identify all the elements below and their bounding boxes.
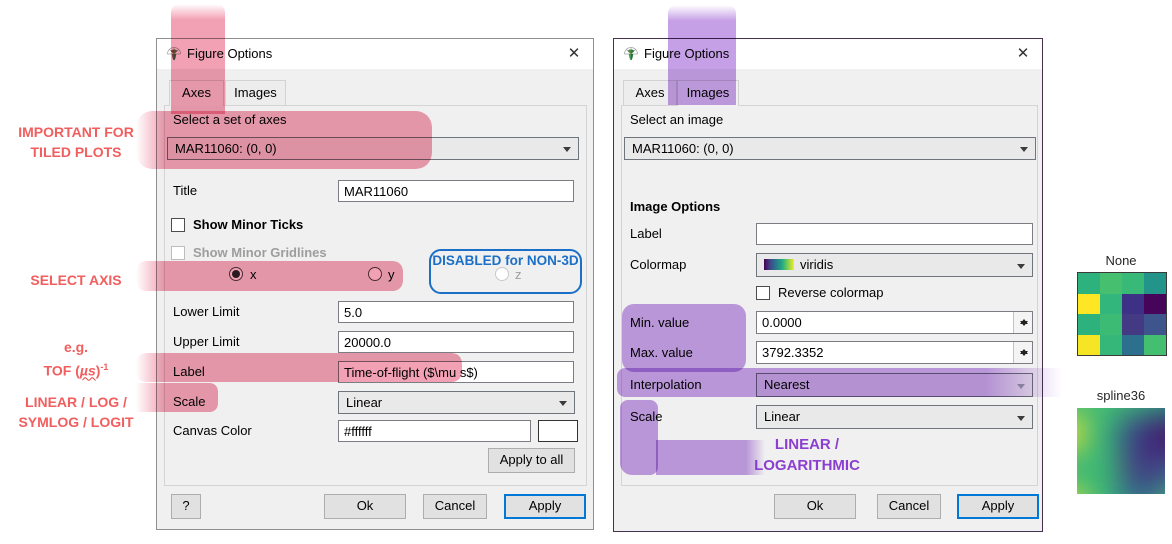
viridis-pixel-grid bbox=[1078, 273, 1166, 355]
cancel-button[interactable]: Cancel bbox=[877, 494, 941, 519]
viridis-smooth-grid bbox=[1077, 408, 1165, 494]
screenshot-stage: IMPORTANT FOR TILED PLOTS SELECT AXIS e.… bbox=[0, 0, 1172, 544]
annotation-tof: TOF (µs)-1 bbox=[43, 362, 109, 379]
tab-images[interactable]: Images bbox=[225, 80, 286, 105]
annotation-tof-example: e.g. TOF (µs)-1 bbox=[0, 337, 152, 381]
preview-spline36-image bbox=[1077, 408, 1165, 494]
tab-pane bbox=[164, 105, 587, 486]
tab-axes[interactable]: Axes bbox=[169, 80, 224, 106]
close-icon[interactable]: ✕ bbox=[563, 44, 585, 64]
annotation-eg: e.g. bbox=[63, 339, 89, 355]
cancel-button[interactable]: Cancel bbox=[423, 494, 487, 519]
annotation-select-axis: SELECT AXIS bbox=[30, 272, 122, 288]
annotation-image-scale-options: LINEAR / LOGARITHMIC bbox=[754, 436, 860, 474]
preview-none-image bbox=[1077, 272, 1167, 356]
preview-spline36-title: spline36 bbox=[1096, 388, 1146, 403]
title-bar[interactable]: Figure Options ✕ bbox=[614, 39, 1042, 69]
annotation-important-tiled: IMPORTANT FOR TILED PLOTS bbox=[18, 124, 134, 160]
ok-button[interactable]: Ok bbox=[774, 494, 856, 519]
apply-button[interactable]: Apply bbox=[504, 494, 586, 519]
ok-button[interactable]: Ok bbox=[324, 494, 406, 519]
annotation-scale-options: LINEAR / LOG / SYMLOG / LOGIT bbox=[18, 394, 134, 430]
matplotlib-icon bbox=[167, 47, 181, 61]
disabled-non3d-callout: DISABLED for NON-3D bbox=[429, 249, 582, 294]
tab-pane bbox=[621, 105, 1038, 486]
window-title: Figure Options bbox=[644, 46, 730, 61]
title-bar[interactable]: Figure Options ✕ bbox=[157, 39, 593, 69]
window-title: Figure Options bbox=[187, 46, 273, 61]
tab-images[interactable]: Images bbox=[677, 80, 739, 106]
apply-button[interactable]: Apply bbox=[957, 494, 1039, 519]
help-button[interactable]: ? bbox=[171, 494, 201, 519]
close-icon[interactable]: ✕ bbox=[1012, 44, 1034, 64]
tab-axes[interactable]: Axes bbox=[623, 80, 677, 105]
preview-none-title: None bbox=[1105, 253, 1137, 268]
matplotlib-icon bbox=[624, 47, 638, 61]
